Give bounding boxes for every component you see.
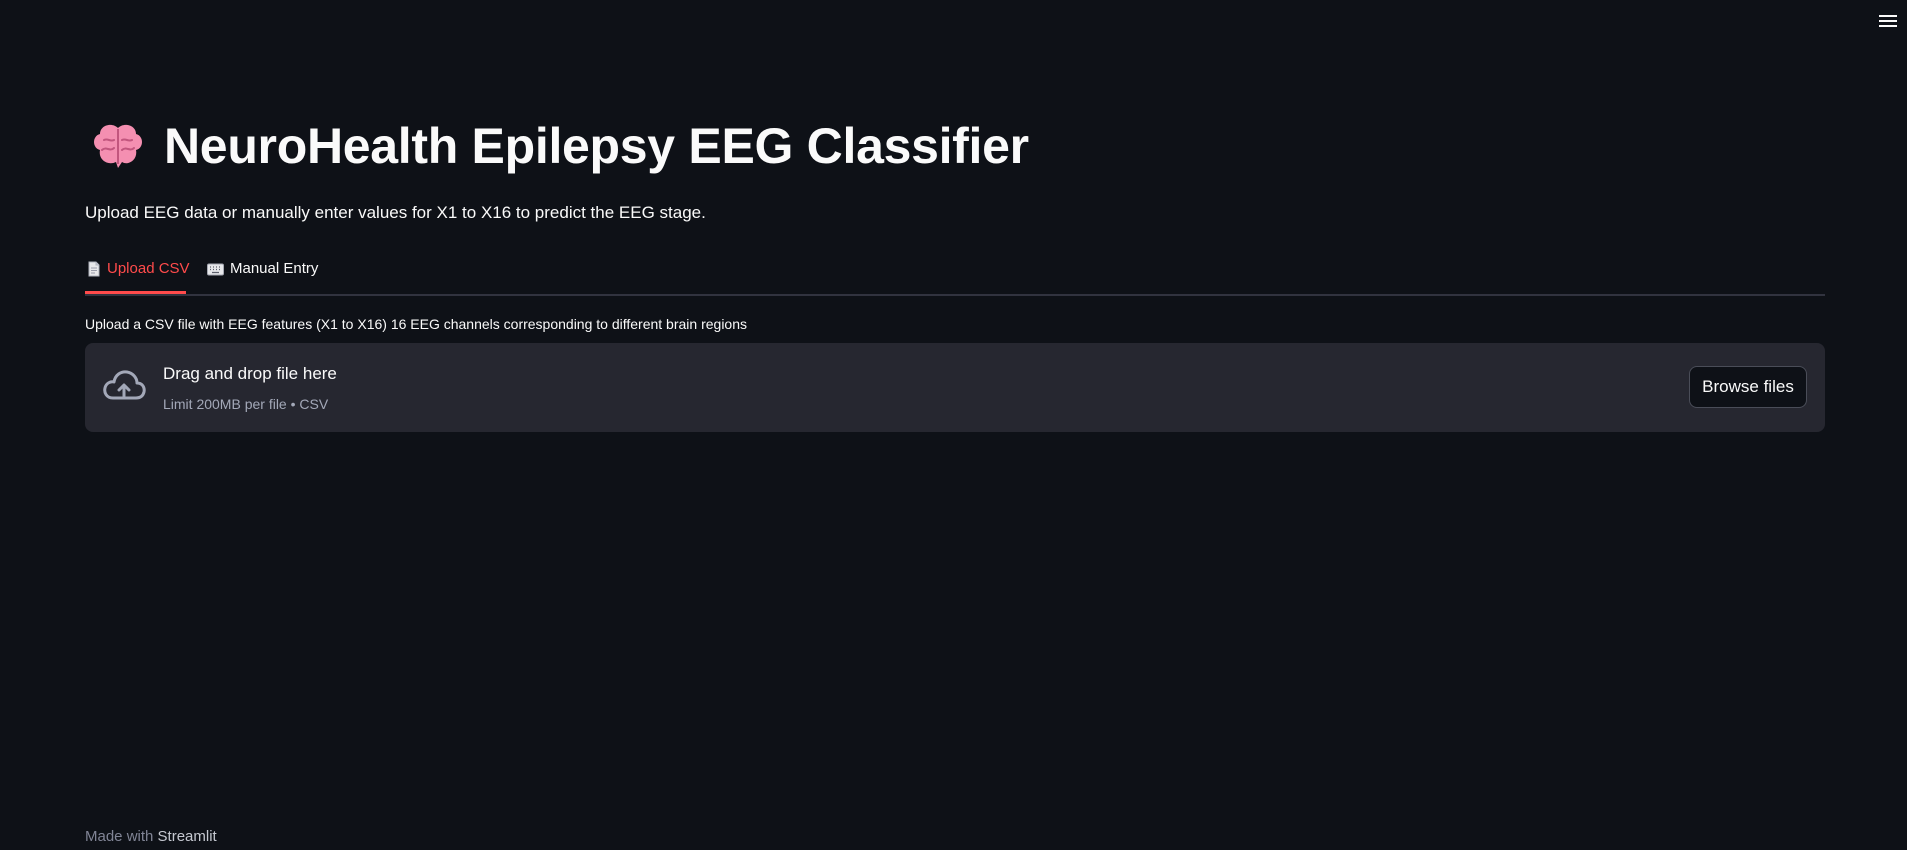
footer: Made with Streamlit <box>85 828 217 845</box>
file-uploader-label: Upload a CSV file with EEG features (X1 … <box>85 316 747 332</box>
hamburger-menu-icon <box>1879 15 1897 27</box>
footer-prefix: Made with <box>85 828 154 845</box>
streamlit-link[interactable]: Streamlit <box>158 828 217 845</box>
cloud-upload-icon <box>103 370 146 400</box>
tab-upload-csv[interactable]: Upload CSV <box>87 260 190 294</box>
tab-manual-entry-label: Manual Entry <box>230 260 319 277</box>
tab-upload-csv-label: Upload CSV <box>107 260 190 277</box>
page-subtitle: Upload EEG data or manually enter values… <box>85 203 706 222</box>
page-title: NeuroHealth Epilepsy EEG Classifier <box>164 118 1029 174</box>
tab-manual-entry[interactable]: Manual Entry <box>207 260 318 294</box>
active-tab-indicator <box>85 291 186 294</box>
brain-emoji-icon <box>94 124 142 168</box>
keyboard-icon <box>207 263 224 276</box>
page-icon <box>88 261 100 277</box>
dropzone-limit-text: Limit 200MB per file • CSV <box>163 396 329 412</box>
browse-files-button[interactable]: Browse files <box>1689 366 1807 408</box>
main-menu-button[interactable] <box>1875 8 1901 34</box>
page-header: NeuroHealth Epilepsy EEG Classifier <box>90 120 1029 172</box>
tab-bar: Upload CSV Manual Entry <box>85 255 1825 296</box>
file-dropzone[interactable]: Drag and drop file here Limit 200MB per … <box>85 343 1825 432</box>
dropzone-instructions: Drag and drop file here <box>163 364 337 383</box>
